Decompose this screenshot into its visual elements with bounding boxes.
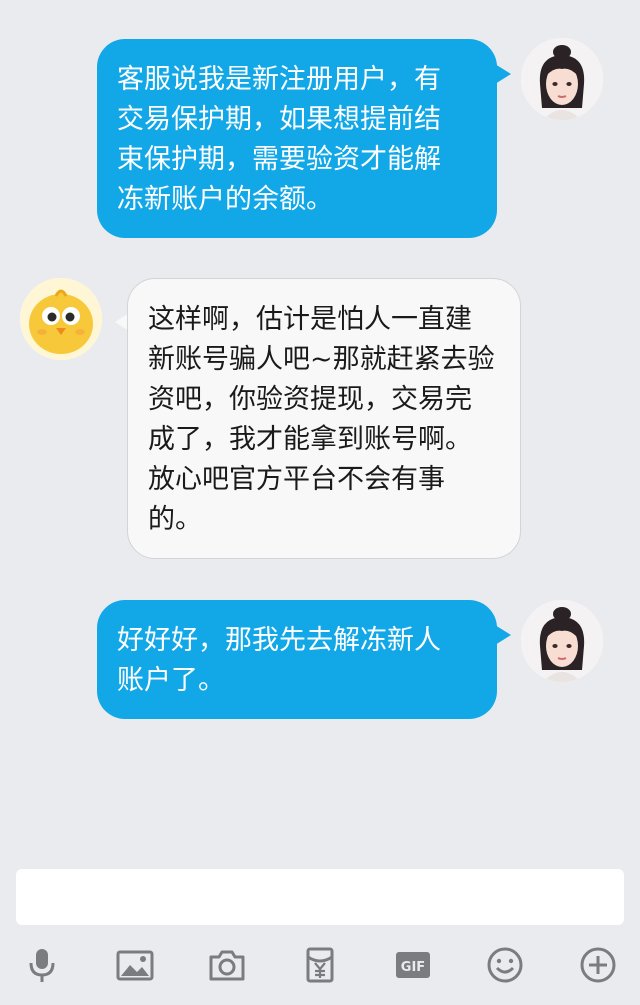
incoming-message-bubble[interactable]: 这样啊，估计是怕人一直建 新账号骗人吧~那就赶紧去验 资吧，你验资提现，交易完 … bbox=[127, 278, 521, 559]
message-input[interactable] bbox=[16, 869, 624, 925]
microphone-icon[interactable] bbox=[17, 940, 67, 990]
self-avatar[interactable] bbox=[521, 600, 603, 682]
outgoing-message-bubble[interactable]: 好好好，那我先去解冻新人 账户了。 bbox=[97, 600, 497, 719]
chat-area: 客服说我是新注册用户，有 交易保护期，如果想提前结 束保护期，需要验资才能解 冻… bbox=[0, 0, 640, 860]
girl-avatar-icon bbox=[521, 38, 603, 120]
plus-icon[interactable] bbox=[573, 940, 623, 990]
camera-icon[interactable] bbox=[202, 940, 252, 990]
contact-avatar[interactable] bbox=[20, 278, 102, 360]
outgoing-message-bubble[interactable]: 客服说我是新注册用户，有 交易保护期，如果想提前结 束保护期，需要验资才能解 冻… bbox=[97, 39, 497, 238]
emoji-icon[interactable] bbox=[480, 940, 530, 990]
message-composer: GIF bbox=[0, 860, 640, 1005]
image-icon[interactable] bbox=[110, 940, 160, 990]
red-packet-icon[interactable] bbox=[295, 940, 345, 990]
bubble-tail bbox=[495, 64, 511, 84]
composer-toolbar: GIF bbox=[0, 940, 640, 1000]
yellow-chick-avatar-icon bbox=[20, 278, 102, 360]
gif-icon[interactable]: GIF bbox=[388, 940, 438, 990]
girl-avatar-icon bbox=[521, 600, 603, 682]
svg-text:GIF: GIF bbox=[401, 960, 425, 975]
self-avatar[interactable] bbox=[521, 38, 603, 120]
bubble-tail bbox=[495, 625, 511, 645]
